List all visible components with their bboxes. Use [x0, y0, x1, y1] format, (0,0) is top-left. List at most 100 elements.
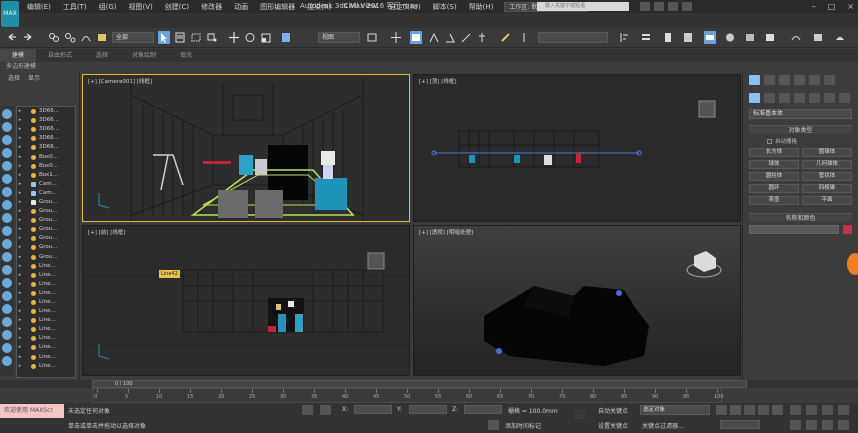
- list-item[interactable]: ▸ Line...: [17, 280, 75, 289]
- zoom-extents-all-icon[interactable]: [838, 405, 849, 415]
- motion-tab-icon[interactable]: [794, 75, 805, 85]
- explorer-filter-icon[interactable]: [2, 109, 12, 119]
- help-icon[interactable]: [682, 2, 692, 11]
- expand-caret-icon[interactable]: ▸: [17, 207, 23, 216]
- expand-caret-icon[interactable]: ▸: [17, 171, 23, 180]
- explorer-filter-icon[interactable]: [2, 239, 12, 249]
- list-item[interactable]: ▸ Line...: [17, 362, 75, 371]
- exchange-icon[interactable]: [668, 2, 678, 11]
- list-item[interactable]: ▸ 3D66...: [17, 143, 75, 152]
- explorer-filter-icon[interactable]: [2, 200, 12, 210]
- pivot-center-icon[interactable]: [366, 31, 378, 44]
- viewport-label[interactable]: [+] [前] [线框]: [88, 228, 125, 236]
- app-logo-icon[interactable]: MAX: [1, 1, 19, 27]
- cameras-icon[interactable]: [794, 93, 805, 103]
- expand-caret-icon[interactable]: ▸: [17, 362, 23, 371]
- list-item[interactable]: ▸ Grou...: [17, 225, 75, 234]
- list-item[interactable]: ▸ Cam...: [17, 189, 75, 198]
- list-item[interactable]: ▸ Grou...: [17, 207, 75, 216]
- key-mode-dropdown[interactable]: 选定对象: [640, 405, 710, 415]
- select-by-name-icon[interactable]: [174, 31, 186, 44]
- snap-toggle-icon[interactable]: [428, 31, 440, 44]
- ribbon-tab[interactable]: 选择: [84, 49, 120, 62]
- expand-caret-icon[interactable]: ▸: [17, 189, 23, 198]
- bind-space-warp-icon[interactable]: [80, 31, 92, 44]
- list-item[interactable]: ▸ Cam...: [17, 180, 75, 189]
- expand-caret-icon[interactable]: ▸: [17, 325, 23, 334]
- reference-coord-dropdown[interactable]: 视图: [318, 32, 360, 43]
- expand-caret-icon[interactable]: ▸: [17, 143, 23, 152]
- expand-caret-icon[interactable]: ▸: [17, 280, 23, 289]
- expand-caret-icon[interactable]: ▸: [17, 234, 23, 243]
- viewport-label[interactable]: [+] [Camera001] [线框]: [88, 77, 152, 85]
- window-crossing-icon[interactable]: [206, 31, 218, 44]
- mirror-icon[interactable]: [518, 31, 530, 44]
- explorer-filter-icon[interactable]: [2, 356, 12, 366]
- checkbox-box[interactable]: [767, 138, 772, 144]
- list-item[interactable]: ▸ Grou...: [17, 253, 75, 262]
- explorer-filter-icon[interactable]: [2, 148, 12, 158]
- autogrid-checkbox[interactable]: 自动栅格: [767, 137, 858, 145]
- explorer-filter-icon[interactable]: [2, 291, 12, 301]
- expand-caret-icon[interactable]: ▸: [17, 198, 23, 207]
- minimize-button[interactable]: –: [812, 0, 816, 13]
- menu-item[interactable]: 创建(C): [160, 2, 194, 12]
- modify-tab-icon[interactable]: [764, 75, 775, 85]
- list-item[interactable]: ▸ Line...: [17, 298, 75, 307]
- render-production-icon[interactable]: [790, 31, 802, 44]
- render-a360-icon[interactable]: [834, 31, 846, 44]
- curve-editor-icon[interactable]: [682, 31, 694, 44]
- lock-selection-icon[interactable]: [302, 405, 313, 415]
- go-start-icon[interactable]: [716, 405, 727, 415]
- list-item[interactable]: ▸ Grou...: [17, 198, 75, 207]
- percent-snap-icon[interactable]: [460, 31, 472, 44]
- track-bar[interactable]: 0 5 10 15 20 25 30 35 40 45 50 55 60 65 70 75 80 85 90 95 10…: [92, 388, 724, 403]
- tools-icon[interactable]: [96, 31, 108, 44]
- object-color-swatch[interactable]: [843, 225, 852, 234]
- undo-icon[interactable]: [6, 31, 18, 44]
- place-icon[interactable]: [280, 31, 292, 44]
- explorer-menu-display[interactable]: 显示: [28, 72, 40, 86]
- y-coord-field[interactable]: [409, 405, 447, 414]
- add-time-tag-button[interactable]: 添加时间标记: [505, 421, 541, 430]
- move-icon[interactable]: [228, 31, 240, 44]
- scene-object-list[interactable]: ▸ 3D66... ▸ 3D66... ▸ 3D66... ▸ 3D66... ▸ 3D66...…: [16, 106, 76, 378]
- x-coord-field[interactable]: [354, 405, 392, 414]
- maximize-button[interactable]: □: [828, 0, 836, 13]
- viewport-top[interactable]: [+] [顶] [线框]: [413, 74, 741, 222]
- object-type-button[interactable]: 管状体: [802, 172, 852, 181]
- prev-frame-icon[interactable]: [730, 405, 741, 415]
- selection-filter-dropdown[interactable]: 全部: [112, 32, 154, 43]
- explorer-filter-icon[interactable]: [2, 174, 12, 184]
- list-item[interactable]: ▸ 3D66...: [17, 107, 75, 116]
- list-item[interactable]: ▸ Box0...: [17, 152, 75, 161]
- explorer-filter-icon[interactable]: [2, 161, 12, 171]
- list-item[interactable]: ▸ Line...: [17, 307, 75, 316]
- orbit-icon[interactable]: [822, 420, 833, 430]
- angle-snap-icon[interactable]: [444, 31, 456, 44]
- rendered-frame-icon[interactable]: [764, 31, 776, 44]
- object-name-field[interactable]: [749, 225, 839, 234]
- side-tab-handle[interactable]: [847, 253, 858, 275]
- utilities-tab-icon[interactable]: [824, 75, 835, 85]
- name-color-rollout[interactable]: 名称和颜色: [749, 213, 852, 222]
- list-item[interactable]: ▸ Line...: [17, 262, 75, 271]
- list-item[interactable]: ▸ Line...: [17, 334, 75, 343]
- menu-item[interactable]: 视图(V): [124, 2, 158, 12]
- expand-caret-icon[interactable]: ▸: [17, 116, 23, 125]
- object-type-button[interactable]: 圆柱体: [749, 172, 799, 181]
- object-type-button[interactable]: 几何球体: [802, 160, 852, 169]
- select-manipulate-icon[interactable]: [390, 31, 402, 44]
- helpers-icon[interactable]: [809, 93, 820, 103]
- fov-icon[interactable]: [790, 420, 801, 430]
- time-tag-icon[interactable]: [488, 420, 499, 430]
- explorer-filter-icon[interactable]: [2, 304, 12, 314]
- align-icon[interactable]: [618, 31, 630, 44]
- lights-icon[interactable]: [779, 93, 790, 103]
- expand-caret-icon[interactable]: ▸: [17, 271, 23, 280]
- object-type-button[interactable]: 球体: [749, 160, 799, 169]
- auto-key-button[interactable]: 自动关键点: [598, 406, 628, 415]
- list-item[interactable]: ▸ Box0...: [17, 162, 75, 171]
- list-item[interactable]: ▸ Line...: [17, 271, 75, 280]
- unlink-icon[interactable]: [64, 31, 76, 44]
